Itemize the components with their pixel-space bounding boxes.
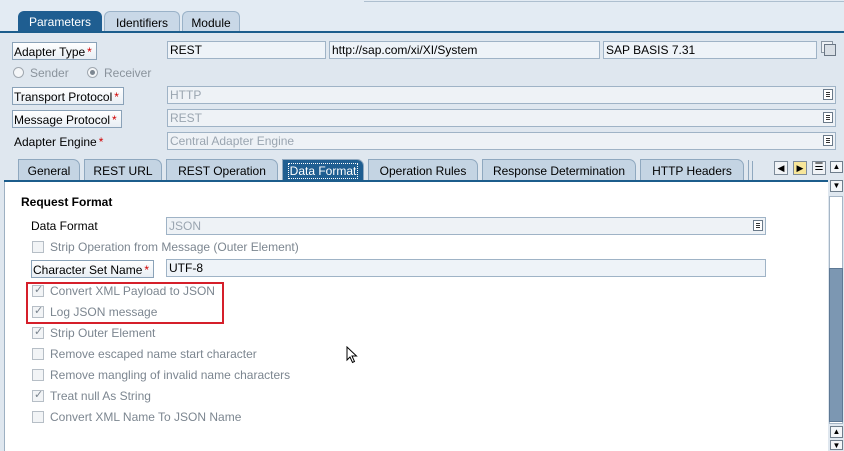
dropdown-icon[interactable] bbox=[823, 89, 833, 100]
strip-operation-checkbox[interactable] bbox=[32, 241, 44, 253]
remove-mangling-checkbox[interactable] bbox=[32, 369, 44, 381]
tab-data-format-label: Data Format bbox=[287, 163, 359, 179]
tab-data-format[interactable]: Data Format bbox=[282, 159, 364, 181]
tab-stack-edge bbox=[750, 161, 753, 180]
remove-escaped-checkbox[interactable] bbox=[32, 348, 44, 360]
adapter-engine-label-text: Adapter Engine bbox=[14, 135, 97, 149]
charset-label: Character Set Name * bbox=[31, 260, 155, 278]
required-marker: * bbox=[144, 263, 150, 277]
adapter-namespace-field[interactable]: http://sap.com/xi/XI/System bbox=[329, 41, 600, 59]
message-protocol-field[interactable]: REST bbox=[167, 109, 836, 127]
adapter-type-label: Adapter Type * bbox=[12, 42, 97, 60]
mouse-cursor-icon bbox=[346, 346, 358, 364]
top-divider bbox=[364, 0, 844, 2]
required-marker: * bbox=[114, 90, 119, 104]
required-marker: * bbox=[112, 113, 117, 127]
copy-icon[interactable] bbox=[821, 41, 836, 56]
scroll-down-icon[interactable]: ▼ bbox=[830, 180, 843, 192]
tab-list-icon[interactable]: ☰ bbox=[812, 161, 826, 175]
tab-operation-rules[interactable]: Operation Rules bbox=[368, 159, 478, 181]
tab-stack-edge bbox=[746, 160, 749, 180]
sender-radio[interactable] bbox=[13, 67, 24, 78]
convert-xml-name-checkbox[interactable] bbox=[32, 411, 44, 423]
message-protocol-label: Message Protocol * bbox=[12, 110, 122, 128]
data-format-label: Data Format bbox=[31, 219, 98, 233]
charset-field[interactable]: UTF-8 bbox=[166, 259, 766, 277]
required-marker: * bbox=[98, 135, 104, 149]
message-protocol-label-text: Message Protocol bbox=[14, 113, 111, 127]
adapter-engine-field[interactable]: Central Adapter Engine bbox=[167, 132, 836, 150]
treat-null-label: Treat null As String bbox=[50, 389, 151, 403]
strip-outer-element-checkbox[interactable] bbox=[32, 325, 44, 339]
charset-label-text: Character Set Name bbox=[33, 263, 143, 277]
scroll-down-icon[interactable]: ▼ bbox=[830, 440, 843, 450]
tab-rest-operation[interactable]: REST Operation bbox=[166, 159, 278, 181]
adapter-type-label-text: Adapter Type bbox=[14, 45, 86, 59]
tab-general[interactable]: General bbox=[18, 159, 80, 181]
section-title: Request Format bbox=[21, 195, 113, 209]
tab-module[interactable]: Module bbox=[182, 11, 240, 33]
transport-protocol-field[interactable]: HTTP bbox=[167, 86, 836, 104]
dropdown-icon[interactable] bbox=[753, 220, 763, 231]
tab-response-determination[interactable]: Response Determination bbox=[482, 159, 636, 181]
adapter-type-field[interactable]: REST bbox=[167, 41, 326, 59]
highlight-box bbox=[26, 282, 224, 324]
transport-protocol-label-text: Transport Protocol bbox=[14, 90, 113, 104]
tab-rest-url[interactable]: REST URL bbox=[84, 159, 162, 181]
tab-identifiers[interactable]: Identifiers bbox=[104, 11, 180, 33]
dropdown-icon[interactable] bbox=[823, 112, 833, 123]
dropdown-icon[interactable] bbox=[823, 135, 833, 146]
receiver-label: Receiver bbox=[104, 66, 152, 80]
strip-operation-label: Strip Operation from Message (Outer Elem… bbox=[50, 240, 299, 254]
strip-outer-element-label: Strip Outer Element bbox=[50, 326, 156, 340]
required-marker: * bbox=[87, 45, 92, 59]
tab-parameters[interactable]: Parameters bbox=[18, 11, 102, 33]
data-format-field[interactable]: JSON bbox=[166, 217, 766, 235]
top-tab-underline bbox=[0, 31, 844, 33]
software-component-field[interactable]: SAP BASIS 7.31 bbox=[603, 41, 817, 59]
tab-http-headers[interactable]: HTTP Headers bbox=[640, 159, 744, 181]
adapter-engine-label: Adapter Engine * bbox=[12, 133, 103, 151]
scroll-up-icon[interactable]: ▲ bbox=[830, 426, 843, 438]
treat-null-checkbox[interactable] bbox=[32, 388, 44, 402]
sender-label: Sender bbox=[30, 66, 69, 80]
convert-xml-name-label: Convert XML Name To JSON Name bbox=[50, 410, 242, 424]
tab-scroll-right-icon[interactable]: ▶ bbox=[793, 161, 807, 175]
remove-mangling-label: Remove mangling of invalid name characte… bbox=[50, 368, 291, 382]
receiver-radio[interactable] bbox=[87, 67, 98, 78]
tab-scroll-left-icon[interactable]: ◀ bbox=[774, 161, 788, 175]
scroll-up-icon[interactable]: ▲ bbox=[830, 161, 843, 173]
remove-escaped-label: Remove escaped name start character bbox=[50, 347, 257, 361]
scrollbar-thumb[interactable] bbox=[829, 268, 843, 422]
transport-protocol-label: Transport Protocol * bbox=[12, 87, 124, 105]
